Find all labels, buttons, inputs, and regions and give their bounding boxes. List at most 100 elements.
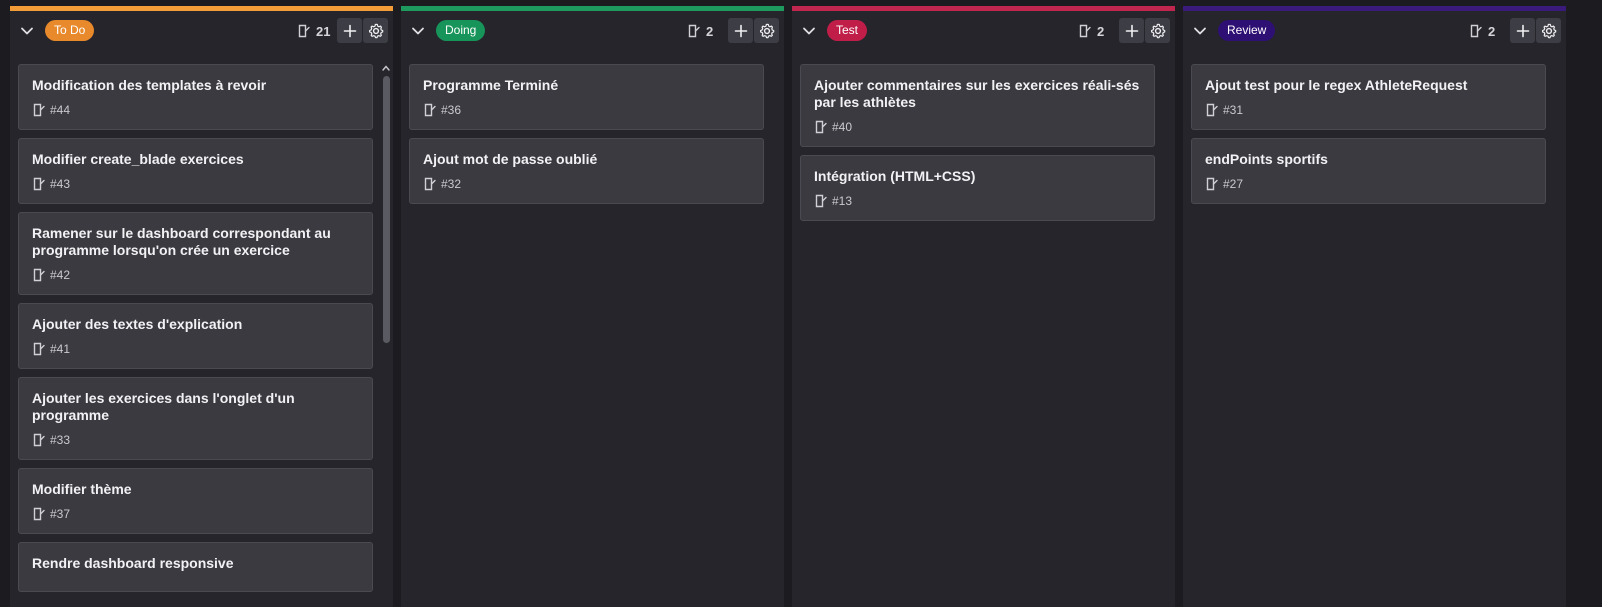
card-list: Modification des templates à revoir #44 Mo… (18, 64, 373, 600)
issue-title[interactable]: Ajouter les exercices dans l'onglet d'un… (32, 390, 360, 424)
issue-number[interactable]: #13 (832, 194, 852, 208)
issue-card[interactable]: Ajouter les exercices dans l'onglet d'un… (18, 377, 373, 460)
issue-count-value: 2 (1097, 23, 1105, 39)
issue-card[interactable]: Modifier thème #37 (18, 468, 373, 534)
column-settings-button[interactable] (363, 18, 388, 43)
column-scrollbar[interactable] (382, 64, 390, 607)
issue-title[interactable]: Ajouter commentaires sur les exercices r… (814, 77, 1142, 111)
column-review: Review 2 Ajout test pour le regex AthleteR… (1183, 6, 1566, 607)
issue-title[interactable]: Ajout test pour le regex AthleteRequest (1205, 77, 1533, 94)
issue-number[interactable]: #40 (832, 120, 852, 134)
issue-number[interactable]: #27 (1223, 177, 1243, 191)
issue-card[interactable]: Modification des templates à revoir #44 (18, 64, 373, 130)
issue-meta: #44 (32, 102, 360, 118)
issue-title[interactable]: Rendre dashboard responsive (32, 555, 360, 572)
issue-card[interactable]: Intégration (HTML+CSS) #13 (800, 155, 1155, 221)
issue-meta: #37 (32, 506, 360, 522)
column-settings-button[interactable] (1536, 18, 1561, 43)
plus-icon (734, 24, 748, 38)
card-list: Ajout test pour le regex AthleteRequest #… (1191, 64, 1546, 212)
chevron-down-icon[interactable] (1191, 22, 1209, 40)
add-issue-button[interactable] (1510, 18, 1535, 43)
issue-number[interactable]: #42 (50, 268, 70, 282)
issue-meta: #32 (423, 176, 751, 192)
issue-number[interactable]: #43 (50, 177, 70, 191)
issue-title[interactable]: Intégration (HTML+CSS) (814, 168, 1142, 185)
issue-icon (1078, 24, 1092, 38)
issue-icon (814, 120, 828, 134)
issue-icon (1205, 177, 1219, 191)
chevron-down-icon[interactable] (800, 22, 818, 40)
issue-count: 2 (1078, 22, 1104, 40)
add-issue-button[interactable] (1119, 18, 1144, 43)
issue-number[interactable]: #44 (50, 103, 70, 117)
issue-card[interactable]: Ajouter des textes d'explication #41 (18, 303, 373, 369)
issue-count-value: 2 (1488, 23, 1496, 39)
column-settings-button[interactable] (1145, 18, 1170, 43)
issue-card[interactable]: Ramener sur le dashboard correspondant a… (18, 212, 373, 295)
issue-card[interactable]: Ajouter commentaires sur les exercices r… (800, 64, 1155, 147)
issue-title[interactable]: Ramener sur le dashboard correspondant a… (32, 225, 360, 259)
issue-title[interactable]: Programme Terminé (423, 77, 751, 94)
column-to-do: To Do 21 Modification des templates à revo… (10, 6, 393, 607)
issue-card[interactable]: endPoints sportifs #27 (1191, 138, 1546, 204)
issue-icon (32, 433, 46, 447)
issue-icon (32, 103, 46, 117)
issue-meta: #31 (1205, 102, 1533, 118)
column-label-badge: Review (1218, 20, 1276, 41)
issue-icon (32, 507, 46, 521)
chevron-down-icon[interactable] (409, 22, 427, 40)
column-header: Doing 2 (401, 11, 784, 51)
kanban-board: To Do 21 Modification des templates à revo… (0, 0, 1602, 607)
issue-card[interactable]: Rendre dashboard responsive (18, 542, 373, 592)
issue-card[interactable]: Programme Terminé #36 (409, 64, 764, 130)
issue-title[interactable]: Modifier thème (32, 481, 360, 498)
column-test: Test 2 Ajouter commentaires sur les exerci… (792, 6, 1175, 607)
column-header: To Do 21 (10, 11, 393, 51)
column-doing: Doing 2 Programme Terminé #36 Ajout mot de p… (401, 6, 784, 607)
issue-count-value: 2 (706, 23, 714, 39)
add-issue-button[interactable] (337, 18, 362, 43)
gear-icon (759, 23, 775, 39)
issue-meta: #42 (32, 267, 360, 283)
chevron-down-icon[interactable] (18, 22, 36, 40)
issue-card[interactable]: Modifier create_blade exercices #43 (18, 138, 373, 204)
scrollbar-thumb[interactable] (383, 76, 390, 343)
scroll-up-icon[interactable] (382, 64, 390, 72)
issue-count-value: 21 (316, 23, 331, 39)
column-label-badge: Test (827, 20, 868, 41)
column-header: Test 2 (792, 11, 1175, 51)
issue-icon (687, 24, 701, 38)
issue-icon (1205, 103, 1219, 117)
issue-card[interactable]: Ajout test pour le regex AthleteRequest #… (1191, 64, 1546, 130)
issue-title[interactable]: Modification des templates à revoir (32, 77, 360, 94)
issue-icon (1469, 24, 1483, 38)
issue-card[interactable]: Ajout mot de passe oublié #32 (409, 138, 764, 204)
issue-icon (297, 24, 311, 38)
issue-number[interactable]: #36 (441, 103, 461, 117)
issue-count: 2 (687, 22, 713, 40)
issue-meta: #41 (32, 341, 360, 357)
issue-title[interactable]: Ajout mot de passe oublié (423, 151, 751, 168)
column-header: Review 2 (1183, 11, 1566, 51)
column-settings-button[interactable] (754, 18, 779, 43)
issue-number[interactable]: #32 (441, 177, 461, 191)
issue-number[interactable]: #33 (50, 433, 70, 447)
issue-title[interactable]: endPoints sportifs (1205, 151, 1533, 168)
add-issue-button[interactable] (728, 18, 753, 43)
issue-meta: #33 (32, 432, 360, 448)
issue-title[interactable]: Modifier create_blade exercices (32, 151, 360, 168)
issue-icon (814, 194, 828, 208)
gear-icon (1541, 23, 1557, 39)
plus-icon (1125, 24, 1139, 38)
issue-number[interactable]: #37 (50, 507, 70, 521)
issue-number[interactable]: #31 (1223, 103, 1243, 117)
issue-meta: #27 (1205, 176, 1533, 192)
issue-icon (423, 177, 437, 191)
issue-meta: #13 (814, 193, 1142, 209)
issue-icon (32, 342, 46, 356)
column-label-badge: To Do (45, 20, 95, 41)
issue-icon (32, 177, 46, 191)
issue-number[interactable]: #41 (50, 342, 70, 356)
issue-title[interactable]: Ajouter des textes d'explication (32, 316, 360, 333)
